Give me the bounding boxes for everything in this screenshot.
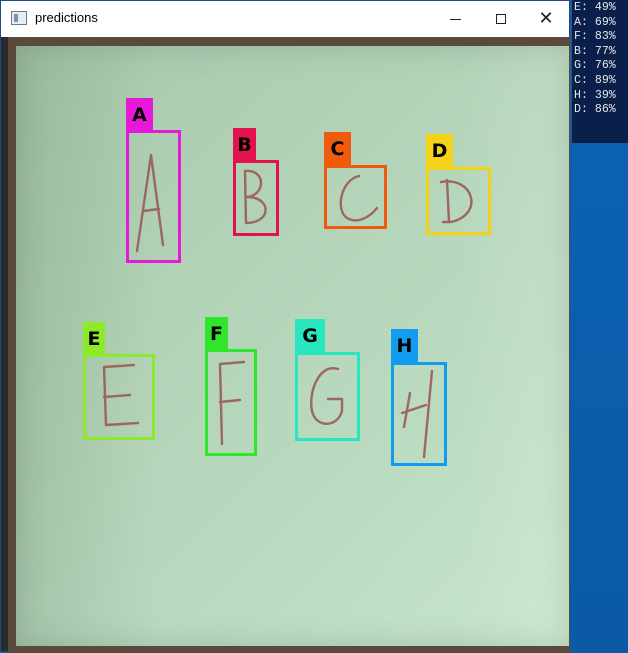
close-icon: ✕ xyxy=(538,8,554,29)
detection-label-e: E xyxy=(83,322,105,356)
detection-box-c xyxy=(324,165,387,229)
detection-box-f xyxy=(205,349,257,456)
handwritten-a xyxy=(135,153,165,253)
window-title: predictions xyxy=(35,10,98,25)
console-output: E: 49% A: 69% F: 83% B: 77% G: 76% C: 89… xyxy=(574,1,616,118)
handwritten-d xyxy=(439,178,473,224)
detection-label-b: B xyxy=(233,128,256,162)
console-line: C: 89% xyxy=(574,73,616,87)
detection-label-h: H xyxy=(391,329,418,363)
console-line: B: 77% xyxy=(574,44,616,58)
handwritten-f xyxy=(218,360,246,446)
console-line: F: 83% xyxy=(574,30,616,44)
console-line: E: 49% xyxy=(574,1,616,14)
detection-label-d: D xyxy=(426,134,453,167)
maximize-icon xyxy=(496,14,506,24)
detection-box-b xyxy=(233,160,279,236)
minimize-button[interactable] xyxy=(432,1,478,37)
close-button[interactable]: ✕ xyxy=(523,1,569,37)
title-bar[interactable]: predictions ✕ xyxy=(1,1,569,37)
detection-box-a xyxy=(126,130,181,263)
console-output-panel: E: 49% A: 69% F: 83% B: 77% G: 76% C: 89… xyxy=(571,0,628,143)
detection-label-g: G xyxy=(295,319,325,353)
detection-label-a: A xyxy=(126,98,153,131)
handwritten-h xyxy=(400,369,434,459)
app-window-icon xyxy=(11,11,27,25)
detection-box-g xyxy=(295,352,360,441)
image-viewport: A B C D E F G H xyxy=(8,37,570,653)
console-line: H: 39% xyxy=(574,88,616,102)
detection-box-h xyxy=(391,362,447,466)
detection-box-d xyxy=(426,167,491,235)
detection-box-e xyxy=(83,354,155,440)
handwritten-e xyxy=(102,363,140,427)
handwritten-c xyxy=(339,174,379,222)
detection-label-f: F xyxy=(205,317,228,351)
console-line: G: 76% xyxy=(574,59,616,73)
detection-label-c: C xyxy=(324,132,351,165)
console-line: A: 69% xyxy=(574,15,616,29)
paper-image: A B C D E F G H xyxy=(16,46,569,646)
handwritten-g xyxy=(310,367,344,425)
maximize-button[interactable] xyxy=(478,1,524,37)
minimize-icon xyxy=(449,18,461,20)
predictions-window: predictions ✕ A B C D E F G H xyxy=(0,0,570,653)
handwritten-b xyxy=(243,169,267,225)
console-line: D: 86% xyxy=(574,103,616,117)
